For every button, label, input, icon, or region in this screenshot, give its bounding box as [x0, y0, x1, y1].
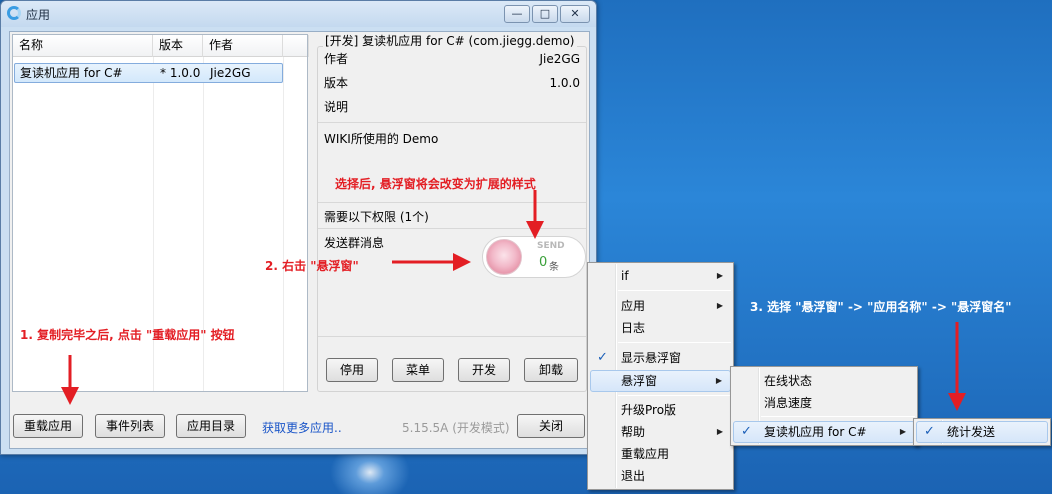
version-status: 5.15.5A (开发模式) — [402, 421, 510, 435]
annotation-note: 选择后, 悬浮窗将会改变为扩展的样式 — [335, 177, 536, 191]
reload-app-button[interactable]: 重载应用 — [13, 414, 83, 438]
submenu-arrow-icon: ▶ — [899, 427, 906, 436]
menu-item-help[interactable]: 帮助 ▶ — [590, 421, 731, 443]
menu-item-show-float[interactable]: ✓ 显示悬浮窗 — [590, 347, 731, 369]
app-author-cell: Jie2GG — [210, 66, 251, 80]
menu-item-if[interactable]: if ▶ — [590, 265, 731, 287]
float-widget-unit: 条 — [549, 262, 559, 273]
menu-item-upgrade-pro[interactable]: 升级Pro版 — [590, 399, 731, 421]
author-row: 作者 Jie2GG — [324, 50, 580, 70]
float-widget-count: 0 — [539, 255, 548, 270]
submenu-arrow-icon: ▶ — [716, 427, 723, 436]
version-label: 版本 — [324, 76, 349, 90]
submenu-arrow-icon: ▶ — [716, 301, 723, 310]
column-divider — [283, 57, 284, 391]
close-button[interactable]: 关闭 — [517, 414, 585, 438]
menu-separator — [618, 395, 731, 396]
permissions-header: 需要以下权限 (1个) — [324, 210, 429, 224]
app-directory-button[interactable]: 应用目录 — [176, 414, 246, 438]
annotation-step2: 2. 右击 "悬浮窗" — [265, 259, 359, 273]
check-icon: ✓ — [741, 424, 752, 439]
app-window: 应用 — □ ✕ 名称 版本 作者 复读机应用 for C# * 1.0.0 J… — [0, 0, 597, 455]
app-detail-panel: [开发] 复读机应用 for C# (com.jiegg.demo) 作者 Ji… — [315, 32, 590, 392]
permission-item: 发送群消息 — [324, 236, 385, 250]
version-row: 版本 1.0.0 — [324, 74, 580, 94]
submenu-arrow-icon: ▶ — [716, 271, 723, 280]
app-logo-icon — [7, 6, 21, 20]
check-icon: ✓ — [924, 424, 935, 439]
disable-button[interactable]: 停用 — [326, 358, 378, 382]
app-float-submenu: ✓ 统计发送 — [913, 418, 1051, 446]
app-version-cell: * 1.0.0 — [160, 66, 201, 80]
floating-window-widget[interactable]: SEND 0 条 — [482, 236, 586, 278]
event-list-button[interactable]: 事件列表 — [95, 414, 165, 438]
divider — [318, 228, 586, 229]
menu-item-app-repeater[interactable]: ✓ 复读机应用 for C# ▶ — [733, 421, 915, 443]
menu-item-online-status[interactable]: 在线状态 — [733, 370, 915, 392]
menu-item-apps[interactable]: 应用 ▶ — [590, 295, 731, 317]
check-icon: ✓ — [597, 350, 608, 365]
description-text: WIKI所使用的 Demo — [324, 132, 439, 146]
desc-row: 说明 — [324, 98, 580, 118]
window-close-button[interactable]: ✕ — [560, 5, 590, 23]
get-more-apps-link[interactable]: 获取更多应用.. — [262, 419, 342, 436]
column-filler — [283, 35, 309, 57]
float-widget-label: SEND — [537, 241, 565, 251]
menu-item-message-speed[interactable]: 消息速度 — [733, 392, 915, 414]
divider — [318, 202, 586, 203]
list-header: 名称 版本 作者 — [13, 35, 309, 57]
submenu-arrow-icon: ▶ — [715, 376, 722, 385]
menu-item-log[interactable]: 日志 — [590, 317, 731, 339]
detail-title: [开发] 复读机应用 for C# (com.jiegg.demo) — [323, 32, 577, 49]
maximize-button[interactable]: □ — [532, 5, 558, 23]
author-value: Jie2GG — [539, 52, 581, 66]
column-version[interactable]: 版本 — [153, 35, 203, 57]
tray-context-menu: if ▶ 应用 ▶ 日志 ✓ 显示悬浮窗 悬浮窗 ▶ 升级Pro版 帮助 ▶ 重载应用 退… — [587, 262, 734, 490]
minimize-button[interactable]: — — [504, 5, 530, 23]
menu-item-reload[interactable]: 重载应用 — [590, 443, 731, 465]
menu-button[interactable]: 菜单 — [392, 358, 444, 382]
menu-item-exit[interactable]: 退出 — [590, 465, 731, 487]
window-client-area: 名称 版本 作者 复读机应用 for C# * 1.0.0 Jie2GG [开发… — [9, 31, 590, 449]
divider — [318, 336, 586, 337]
annotation-step3: 3. 选择 "悬浮窗" -> "应用名称" -> "悬浮窗名" — [750, 300, 1012, 314]
author-label: 作者 — [324, 52, 349, 66]
column-author[interactable]: 作者 — [203, 35, 283, 57]
menu-separator — [618, 342, 731, 343]
uninstall-button[interactable]: 卸载 — [524, 358, 578, 382]
menu-separator — [761, 416, 915, 417]
divider — [318, 122, 586, 123]
float-ball-icon — [486, 239, 522, 275]
list-item[interactable]: 复读机应用 for C# * 1.0.0 Jie2GG — [14, 63, 283, 83]
version-value: 1.0.0 — [549, 76, 580, 90]
window-title: 应用 — [26, 8, 51, 22]
float-window-submenu: 在线状态 消息速度 ✓ 复读机应用 for C# ▶ — [730, 366, 918, 446]
menu-item-stat-send[interactable]: ✓ 统计发送 — [916, 421, 1048, 443]
column-name[interactable]: 名称 — [13, 35, 153, 57]
menu-item-float-window[interactable]: 悬浮窗 ▶ — [590, 370, 731, 392]
develop-button[interactable]: 开发 — [458, 358, 510, 382]
menu-separator — [618, 290, 731, 291]
annotation-step1: 1. 复制完毕之后, 点击 "重载应用" 按钮 — [20, 328, 235, 342]
app-name-cell: 复读机应用 for C# — [20, 66, 123, 80]
title-bar[interactable]: 应用 — □ ✕ — [1, 1, 596, 27]
description-label: 说明 — [324, 100, 349, 114]
